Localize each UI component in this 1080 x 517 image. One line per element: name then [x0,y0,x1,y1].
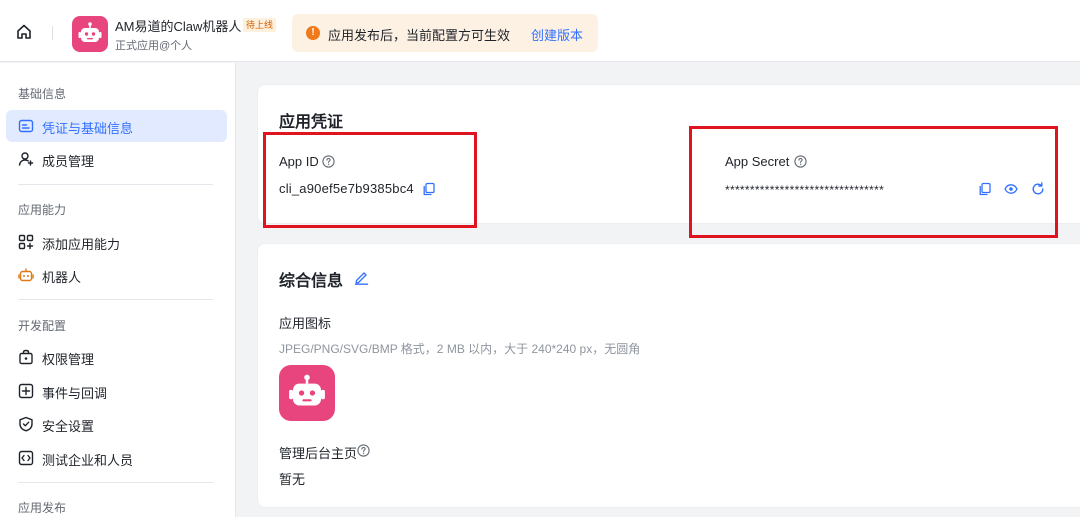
sidebar-item-label: 测试企业和人员 [42,453,134,468]
app-icon-image[interactable] [279,365,335,421]
sidebar-item-label: 成员管理 [42,154,95,169]
admin-home-value: 暂无 [279,472,306,487]
warning-icon: ! [306,26,320,40]
create-version-link[interactable]: 创建版本 [531,25,583,44]
app-subtitle: 正式应用@个人 [115,40,193,52]
app-icon-hint: JPEG/PNG/SVG/BMP 格式，2 MB 以内，大于 240*240 p… [279,342,641,356]
sidebar-divider [18,482,213,483]
publish-notice: ! 应用发布后，当前配置方可生效 创建版本 [292,14,598,52]
shield-icon [18,416,34,432]
test-icon [18,450,34,466]
admin-home-label: 管理后台主页 [279,446,358,461]
sidebar-item-credentials[interactable]: 凭证与基础信息 [6,110,227,142]
highlight-box-app-id [263,132,477,228]
sidebar-item-security[interactable]: 安全设置 [6,408,227,440]
sidebar-item-label: 机器人 [42,270,82,285]
sidebar-item-add-capability[interactable]: 添加应用能力 [6,226,227,258]
sidebar: 基础信息 凭证与基础信息 成员管理 应用能力 添加应用能力 机器人 开发配置 权… [0,63,236,517]
add-capability-icon [18,234,34,250]
home-icon[interactable] [14,22,34,42]
section-title-capabilities: 应用能力 [18,203,67,217]
sidebar-divider [18,184,213,185]
sidebar-item-label: 权限管理 [42,352,95,367]
general-info-title: 综合信息 [279,273,344,290]
header-divider [52,26,53,40]
sidebar-item-test-org[interactable]: 测试企业和人员 [6,442,227,474]
section-title-basic: 基础信息 [18,87,67,101]
help-icon[interactable] [357,444,370,457]
credential-icon [18,118,34,134]
app-avatar [72,16,108,52]
sidebar-item-label: 凭证与基础信息 [42,121,134,136]
section-title-publish: 应用发布 [18,501,67,515]
event-icon [18,383,34,399]
permission-icon [18,349,34,365]
app-icon-label: 应用图标 [279,316,332,331]
credentials-title: 应用凭证 [279,114,344,131]
top-header: AM易道的Claw机器人 待上线 正式应用@个人 ! 应用发布后，当前配置方可生… [0,0,1080,62]
sidebar-item-label: 添加应用能力 [42,237,121,252]
sidebar-item-label: 事件与回调 [42,386,108,401]
sidebar-item-events[interactable]: 事件与回调 [6,375,227,407]
notice-text: 应用发布后，当前配置方可生效 [328,28,511,43]
general-info-card: 综合信息 应用图标 JPEG/PNG/SVG/BMP 格式，2 MB 以内，大于… [257,243,1080,508]
sidebar-item-bot[interactable]: 机器人 [6,259,227,291]
app-name: AM易道的Claw机器人 [115,19,242,34]
sidebar-item-label: 安全设置 [42,419,95,434]
status-badge: 待上线 [243,18,277,32]
member-icon [18,151,34,167]
sidebar-item-permissions[interactable]: 权限管理 [6,341,227,373]
edit-icon[interactable] [354,270,369,285]
bot-icon [18,267,34,283]
sidebar-divider [18,299,213,300]
section-title-dev: 开发配置 [18,319,67,333]
sidebar-item-members[interactable]: 成员管理 [6,143,227,175]
highlight-box-app-secret [689,126,1058,238]
